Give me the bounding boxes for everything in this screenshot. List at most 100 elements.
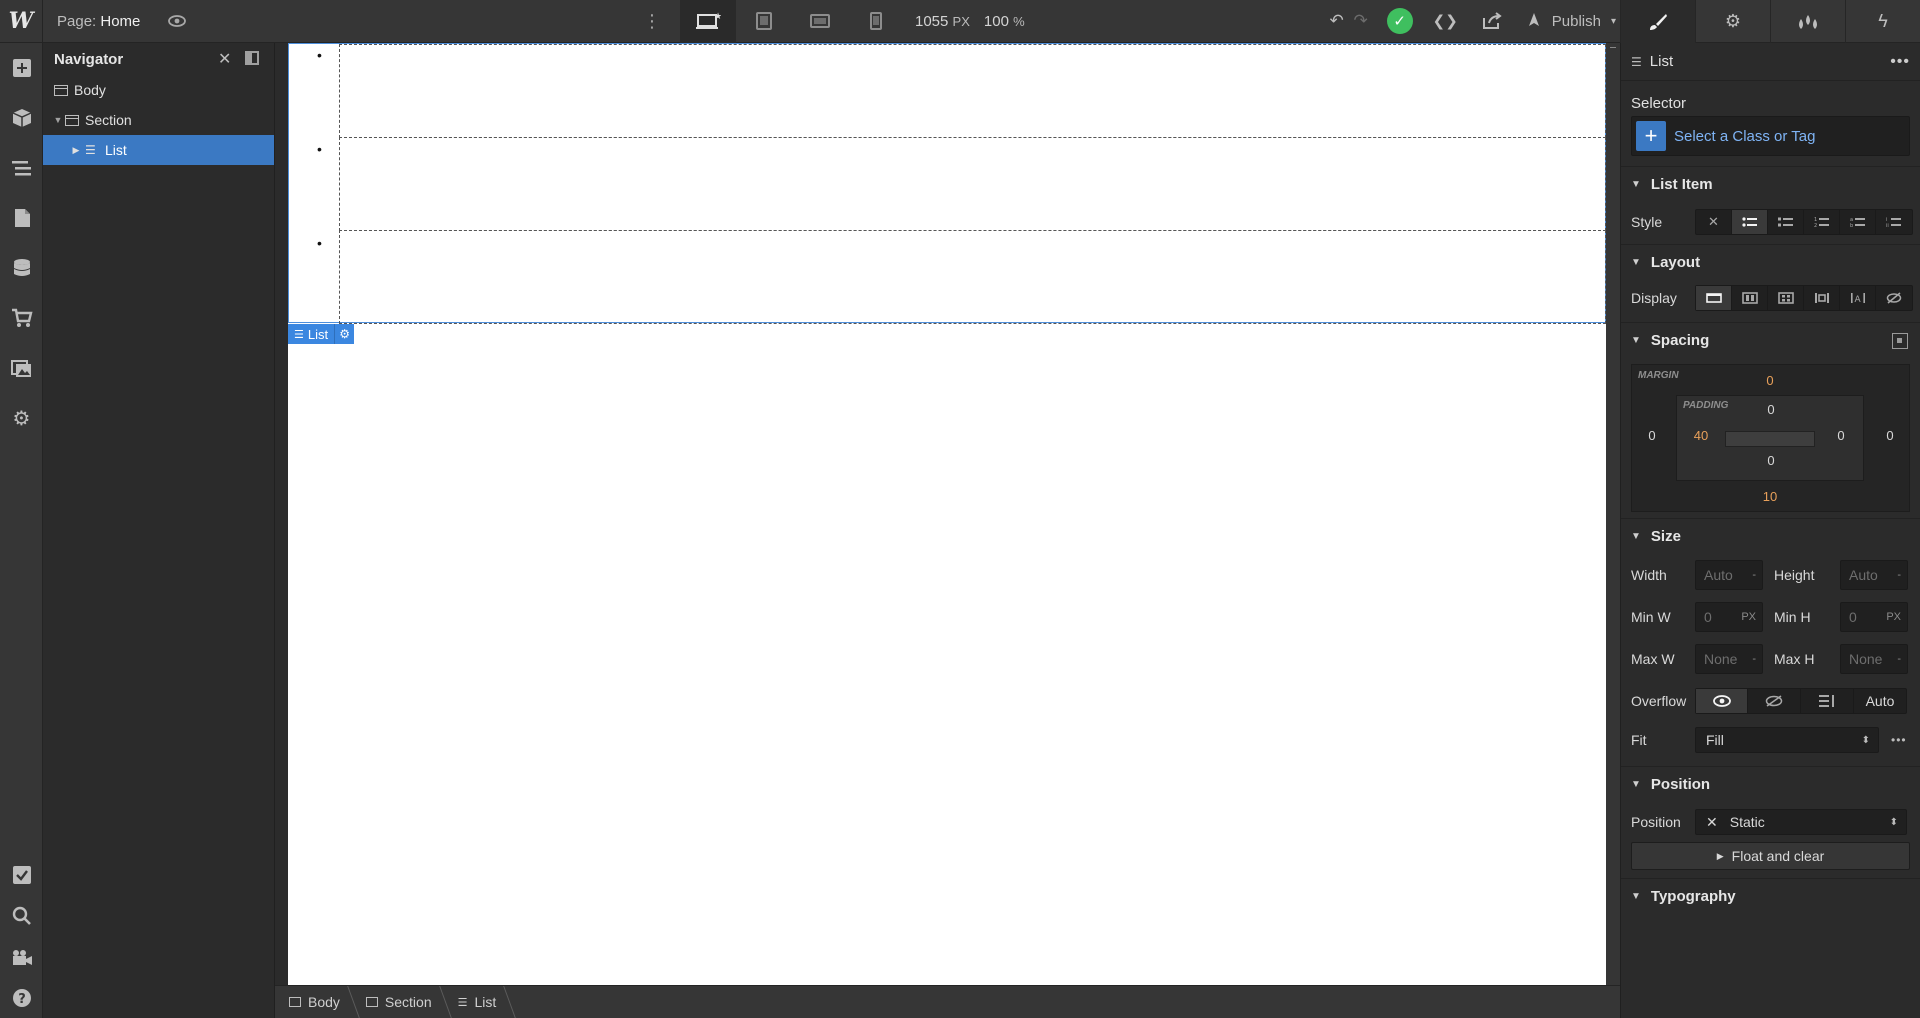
- breadcrumb-section[interactable]: Section: [365, 994, 446, 1010]
- list-style-none-icon[interactable]: ✕: [1696, 210, 1732, 234]
- add-class-plus-icon[interactable]: +: [1636, 121, 1666, 151]
- video-tutorials-icon[interactable]: [0, 936, 43, 977]
- section-layout[interactable]: ▼ Layout: [1621, 244, 1920, 280]
- rail-bottom-group: ?: [0, 854, 43, 1018]
- style-brush-icon[interactable]: [1620, 0, 1695, 43]
- symbols-cube-icon[interactable]: [0, 93, 43, 143]
- float-and-clear-button[interactable]: ▶ Float and clear: [1631, 842, 1910, 870]
- section-typography[interactable]: ▼ Typography: [1621, 878, 1920, 914]
- fit-select[interactable]: Fill ⬍: [1695, 727, 1879, 753]
- close-icon[interactable]: ✕: [218, 49, 231, 69]
- min-width-input[interactable]: 0 PX: [1695, 602, 1763, 632]
- display-block-icon[interactable]: [1696, 286, 1732, 310]
- breadcrumb-list[interactable]: ☰ List: [458, 994, 511, 1010]
- list-item[interactable]: [339, 230, 1606, 324]
- page-selector[interactable]: Page: Home: [57, 13, 140, 30]
- caret-right-icon[interactable]: ▶: [71, 145, 81, 156]
- overflow-auto-button[interactable]: Auto: [1854, 689, 1906, 713]
- margin-top-value[interactable]: 0: [1750, 373, 1790, 388]
- overflow-hidden-icon[interactable]: [1748, 689, 1801, 713]
- webflow-logo[interactable]: W: [0, 0, 43, 43]
- spacing-expand-icon[interactable]: [1892, 332, 1908, 349]
- padding-right-value[interactable]: 0: [1821, 428, 1861, 443]
- padding-top-value[interactable]: 0: [1751, 402, 1791, 417]
- code-export-icon[interactable]: ❮❯: [1433, 12, 1458, 30]
- margin-right-value[interactable]: 0: [1870, 428, 1910, 443]
- svg-text:ii: ii: [1886, 223, 1889, 228]
- margin-bottom-value[interactable]: 10: [1750, 489, 1790, 504]
- updown-arrows-icon: ⬍: [1861, 734, 1870, 746]
- mobile-landscape-breakpoint-icon[interactable]: [792, 0, 848, 43]
- canvas-scrollbar[interactable]: [1606, 43, 1620, 985]
- more-vertical-icon[interactable]: ⋮: [640, 0, 664, 43]
- more-horizontal-icon[interactable]: •••: [1890, 53, 1910, 71]
- caret-down-icon: ▼: [1631, 779, 1641, 790]
- desktop-breakpoint-icon[interactable]: ★: [680, 0, 736, 43]
- site-status-check-icon[interactable]: ✓: [1386, 8, 1413, 34]
- min-height-input[interactable]: 0 PX: [1840, 602, 1908, 632]
- display-none-icon[interactable]: [1876, 286, 1912, 310]
- display-inline-icon[interactable]: A: [1840, 286, 1876, 310]
- list-style-alpha-icon[interactable]: ab: [1840, 210, 1876, 234]
- height-input[interactable]: Auto -: [1840, 560, 1908, 590]
- audit-checklist-icon[interactable]: [0, 854, 43, 895]
- settings-gear-icon[interactable]: ⚙: [1695, 0, 1770, 43]
- width-input[interactable]: Auto -: [1695, 560, 1763, 590]
- display-flex-icon[interactable]: [1732, 286, 1768, 310]
- project-settings-gear-icon[interactable]: ⚙: [0, 393, 43, 443]
- section-list-item[interactable]: ▼ List Item: [1621, 166, 1920, 202]
- mobile-portrait-breakpoint-icon[interactable]: [848, 0, 904, 43]
- max-height-input[interactable]: None -: [1840, 644, 1908, 674]
- height-label: Height: [1774, 567, 1815, 583]
- position-select[interactable]: ✕ Static ⬍: [1695, 809, 1907, 835]
- margin-left-value[interactable]: 0: [1632, 428, 1672, 443]
- publish-button[interactable]: Publish ▾: [1526, 12, 1616, 30]
- tree-item-body[interactable]: Body: [43, 75, 274, 105]
- cms-database-icon[interactable]: [0, 243, 43, 293]
- assets-images-icon[interactable]: [0, 343, 43, 393]
- navigator-layers-icon[interactable]: [0, 143, 43, 193]
- max-width-input[interactable]: None -: [1695, 644, 1763, 674]
- list-item[interactable]: [339, 44, 1606, 138]
- style-manager-drops-icon[interactable]: [1770, 0, 1845, 43]
- preview-eye-icon[interactable]: [162, 0, 192, 43]
- design-canvas[interactable]: • • • ☰ List ⚙: [288, 43, 1606, 985]
- section-spacing[interactable]: ▼ Spacing: [1621, 322, 1920, 358]
- top-toolbar: W Page: Home ⋮ ★ 1055 PX 100 % ↶ ↷ ✓ ❮❯: [0, 0, 1920, 43]
- selected-element-badge[interactable]: ☰ List ⚙: [288, 324, 355, 344]
- tree-item-list[interactable]: ▶ ☰ List: [43, 135, 274, 165]
- redo-icon[interactable]: ↷: [1349, 11, 1373, 31]
- add-panel-plus-icon[interactable]: [0, 43, 43, 93]
- search-icon[interactable]: [0, 895, 43, 936]
- undo-icon[interactable]: ↶: [1325, 11, 1349, 31]
- tablet-breakpoint-icon[interactable]: [736, 0, 792, 43]
- overflow-scroll-icon[interactable]: [1801, 689, 1854, 713]
- selector-input[interactable]: + Select a Class or Tag: [1631, 116, 1910, 156]
- section-position[interactable]: ▼ Position: [1621, 766, 1920, 802]
- help-question-icon[interactable]: ?: [0, 977, 43, 1018]
- dock-panel-icon[interactable]: [245, 51, 259, 65]
- list-style-square-icon[interactable]: [1768, 210, 1804, 234]
- list-item[interactable]: [339, 137, 1606, 231]
- list-style-bullet-icon[interactable]: [1732, 210, 1768, 234]
- interactions-bolt-icon[interactable]: ϟ: [1845, 0, 1920, 43]
- display-inline-block-icon[interactable]: [1804, 286, 1840, 310]
- padding-bottom-value[interactable]: 0: [1751, 453, 1791, 468]
- share-export-icon[interactable]: [1482, 12, 1502, 30]
- pages-icon[interactable]: [0, 193, 43, 243]
- display-grid-icon[interactable]: [1768, 286, 1804, 310]
- tree-item-section[interactable]: ▼ Section: [43, 105, 274, 135]
- element-settings-gear-icon[interactable]: ⚙: [334, 324, 355, 344]
- section-size[interactable]: ▼ Size: [1621, 518, 1920, 554]
- padding-left-value[interactable]: 40: [1681, 428, 1721, 443]
- list-style-roman-icon[interactable]: i ii: [1876, 210, 1912, 234]
- ecommerce-cart-icon[interactable]: [0, 293, 43, 343]
- list-bullet: •: [317, 47, 322, 63]
- caret-down-icon[interactable]: ▼: [53, 115, 63, 125]
- more-horizontal-icon[interactable]: •••: [1891, 733, 1907, 747]
- list-style-numbered-icon[interactable]: 12: [1804, 210, 1840, 234]
- selected-list-element[interactable]: • • •: [288, 43, 1606, 324]
- breadcrumb-body[interactable]: Body: [289, 994, 354, 1010]
- element-badge-label[interactable]: ☰ List: [288, 324, 335, 344]
- overflow-visible-eye-icon[interactable]: [1696, 689, 1748, 713]
